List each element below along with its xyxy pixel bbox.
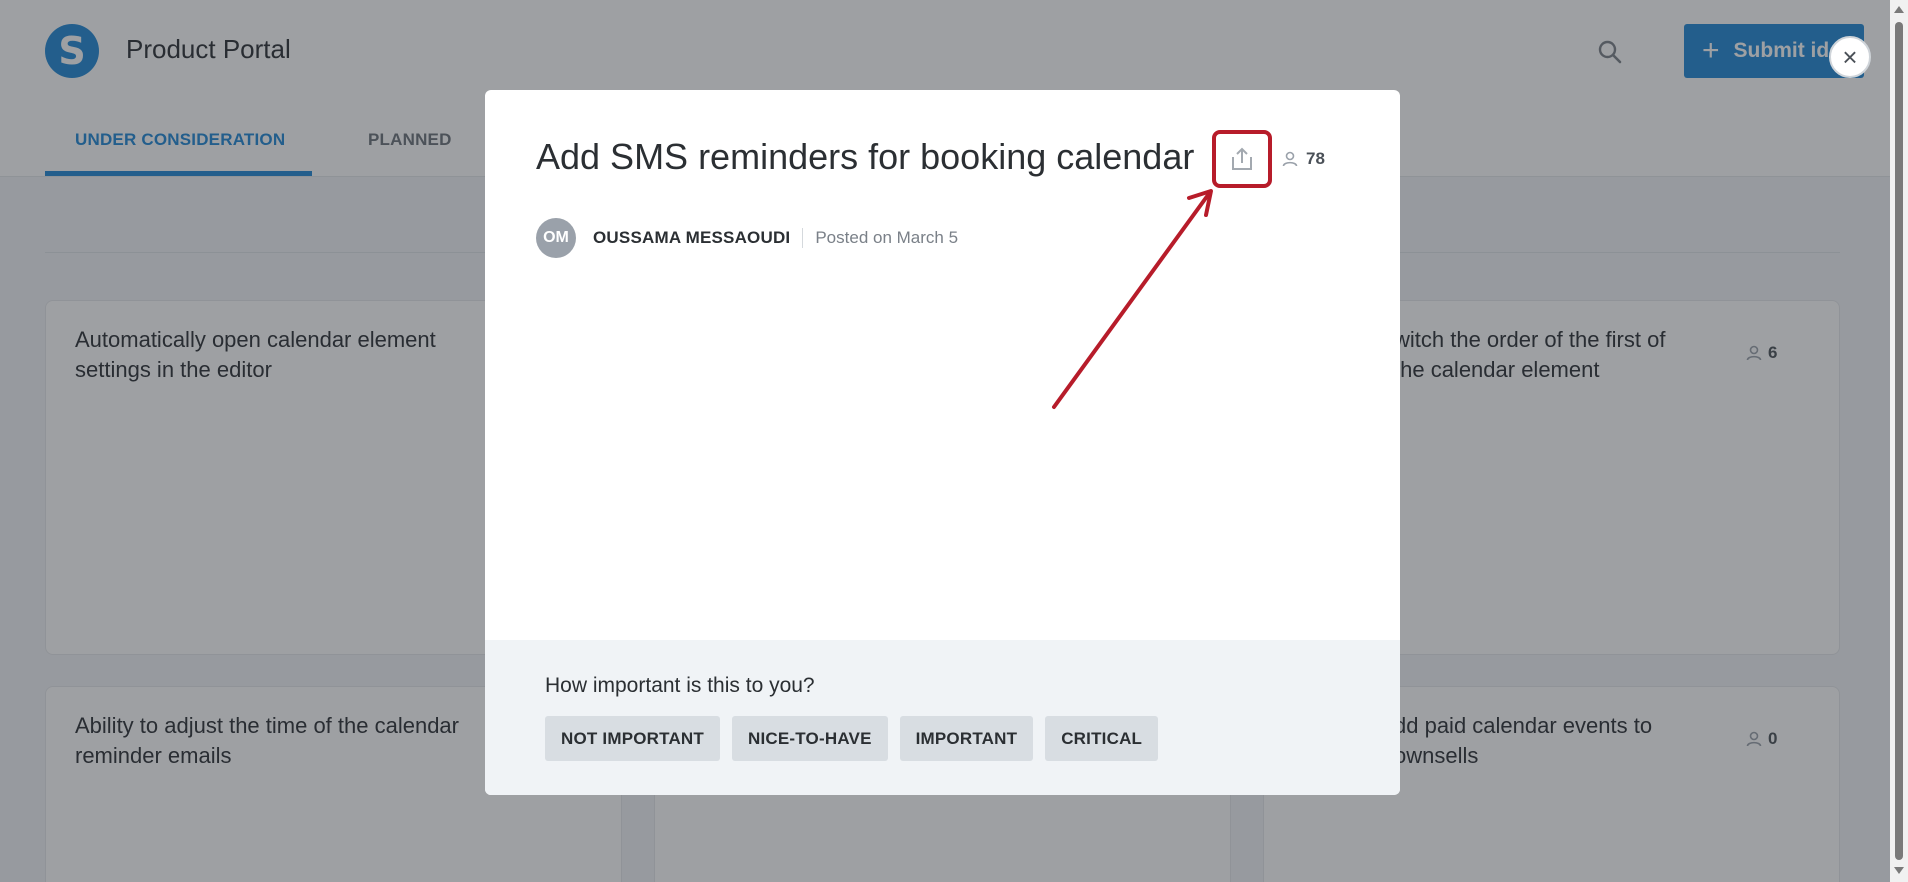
not-important-button[interactable]: NOT IMPORTANT	[545, 716, 720, 761]
nice-to-have-button[interactable]: NICE-TO-HAVE	[732, 716, 888, 761]
importance-options: NOT IMPORTANT NICE-TO-HAVE IMPORTANT CRI…	[545, 716, 1159, 761]
user-icon	[1282, 151, 1298, 167]
idea-detail-modal: Add SMS reminders for booking calendar 7…	[485, 90, 1400, 795]
annotation-highlight-box	[1212, 130, 1272, 188]
critical-button[interactable]: CRITICAL	[1045, 716, 1159, 761]
scroll-up-arrow-icon[interactable]	[1894, 6, 1904, 13]
idea-votes: 78	[1282, 149, 1325, 169]
author-name: OUSSAMA MESSAOUDI	[593, 228, 791, 247]
vote-count: 78	[1306, 149, 1325, 168]
importance-section: How important is this to you? NOT IMPORT…	[485, 640, 1400, 795]
separator	[802, 228, 804, 248]
close-icon: ×	[1842, 41, 1858, 72]
close-modal-button[interactable]: ×	[1829, 36, 1871, 78]
author-row: OM OUSSAMA MESSAOUDI Posted on March 5	[536, 218, 958, 258]
importance-question: How important is this to you?	[545, 674, 815, 697]
idea-title: Add SMS reminders for booking calendar	[536, 136, 1195, 177]
scrollbar-thumb[interactable]	[1895, 22, 1903, 860]
posted-date: Posted on March 5	[815, 228, 959, 247]
scroll-down-arrow-icon[interactable]	[1894, 867, 1904, 874]
scrollbar[interactable]	[1890, 0, 1908, 882]
important-button[interactable]: IMPORTANT	[899, 716, 1034, 761]
avatar: OM	[536, 218, 576, 258]
